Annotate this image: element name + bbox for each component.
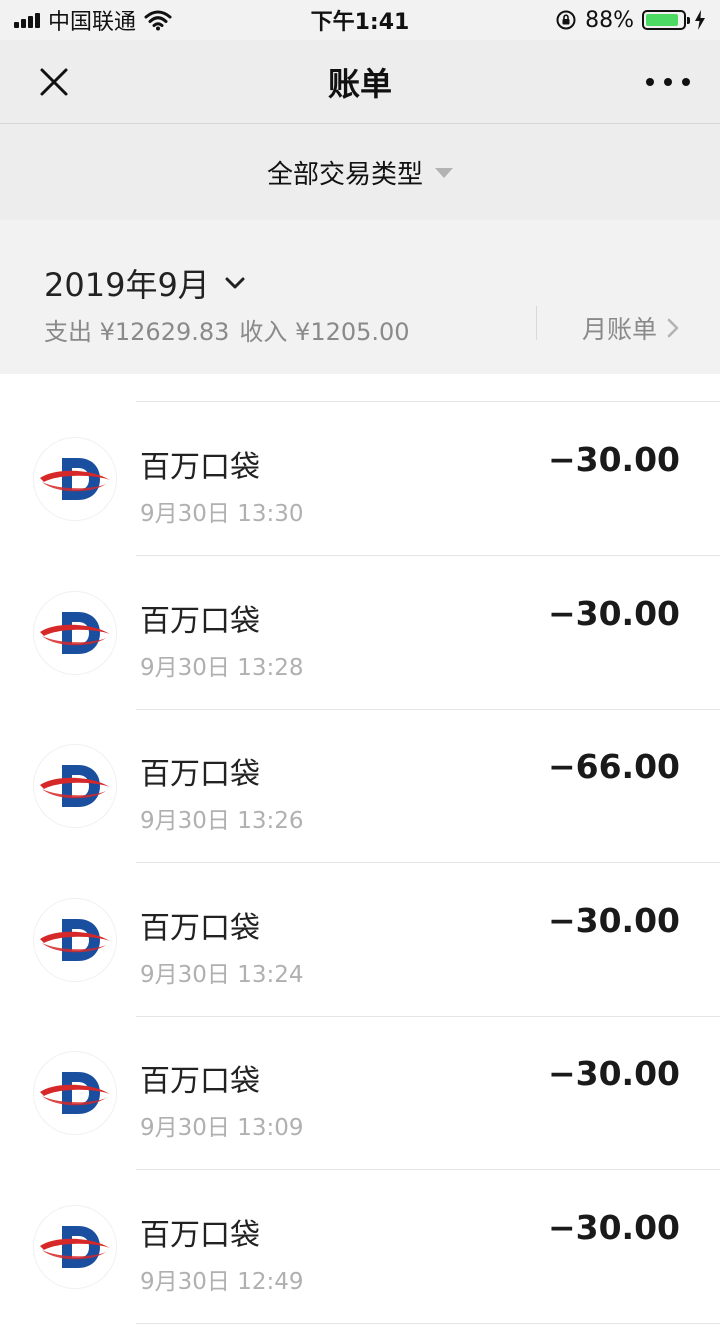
- merchant-name: 百万口袋: [140, 910, 260, 946]
- list-item[interactable]: 百万口袋 9月30日 13:24 −30.00: [0, 863, 720, 1017]
- merchant-logo-icon: [34, 1052, 116, 1134]
- divider: [536, 306, 537, 340]
- status-left: 中国联通: [14, 4, 172, 36]
- charging-bolt-icon: [695, 10, 705, 30]
- expense-total: 支出 ¥12629.83: [44, 318, 230, 346]
- transaction-amount: −30.00: [547, 440, 680, 479]
- merchant-logo-icon: [34, 1205, 116, 1288]
- rotation-lock-icon: [556, 10, 576, 30]
- merchant-name: 百万口袋: [140, 1217, 260, 1253]
- status-right: 88%: [555, 8, 706, 33]
- carrier-name: 中国联通: [48, 10, 137, 35]
- triangle-down-icon: [435, 168, 453, 178]
- filter-label: 全部交易类型: [266, 159, 423, 190]
- list-item[interactable]: 百万口袋 9月30日 13:09 −30.00: [0, 1016, 720, 1170]
- income-total: 收入 ¥1205.00: [239, 318, 410, 346]
- merchant-logo-icon: [34, 898, 116, 981]
- list-item[interactable]: 百万口袋 9月30日 12:49 −30.00: [0, 1170, 720, 1324]
- battery-fill: [646, 14, 678, 26]
- transaction-time: 9月30日 13:24: [140, 961, 304, 988]
- divider: [136, 1322, 720, 1324]
- nav-bar: 账单: [0, 40, 720, 124]
- signal-bars-icon: [14, 12, 40, 28]
- transaction-time: 9月30日 12:49: [140, 1268, 304, 1295]
- transaction-amount: −30.00: [547, 593, 680, 633]
- merchant-name: 百万口袋: [140, 757, 260, 792]
- merchant-name: 百万口袋: [140, 603, 260, 639]
- monthly-bill-label: 月账单: [582, 315, 658, 344]
- month-selector[interactable]: 2019年9月: [44, 260, 246, 306]
- monthly-bill-link[interactable]: 月账单: [582, 310, 679, 346]
- merchant-logo-icon: [34, 745, 116, 827]
- chevron-down-icon: [225, 277, 245, 289]
- transaction-type-filter[interactable]: 全部交易类型: [0, 124, 720, 220]
- month-summary: 支出 ¥12629.83 收入 ¥1205.00: [44, 312, 410, 347]
- month-title: 2019年9月: [44, 266, 210, 304]
- transaction-amount: −66.00: [547, 747, 680, 786]
- wifi-icon: [144, 10, 172, 31]
- battery-icon: [642, 10, 690, 30]
- transaction-amount: −30.00: [547, 900, 680, 940]
- close-icon[interactable]: [34, 62, 74, 102]
- merchant-logo-icon: [34, 438, 116, 520]
- list-item[interactable]: 百万口袋 9月30日 13:26 −66.00: [0, 709, 720, 863]
- transaction-time: 9月30日 13:30: [140, 501, 304, 527]
- list-item[interactable]: 百万口袋 9月30日 13:28 −30.00: [0, 556, 720, 710]
- page-title: 账单: [327, 64, 392, 103]
- transaction-amount: −30.00: [547, 1054, 680, 1093]
- transaction-time: 9月30日 13:26: [140, 808, 304, 834]
- list-item[interactable]: 百万口袋 9月30日 13:30 −30.00: [0, 402, 720, 556]
- transaction-time: 9月30日 13:28: [140, 654, 304, 681]
- merchant-name: 百万口袋: [140, 1064, 260, 1099]
- merchant-name: 百万口袋: [140, 450, 260, 485]
- merchant-logo-icon: [34, 591, 116, 674]
- more-dots-icon[interactable]: [646, 64, 690, 100]
- month-header: 2019年9月 支出 ¥12629.83 收入 ¥1205.00 月账单: [0, 220, 720, 374]
- status-bar: 中国联通 下午1:41 88%: [0, 0, 720, 40]
- battery-percent: 88%: [585, 7, 634, 33]
- transaction-amount: −30.00: [547, 1207, 680, 1247]
- transaction-time: 9月30日 13:09: [140, 1115, 304, 1141]
- chevron-right-icon: [667, 318, 679, 338]
